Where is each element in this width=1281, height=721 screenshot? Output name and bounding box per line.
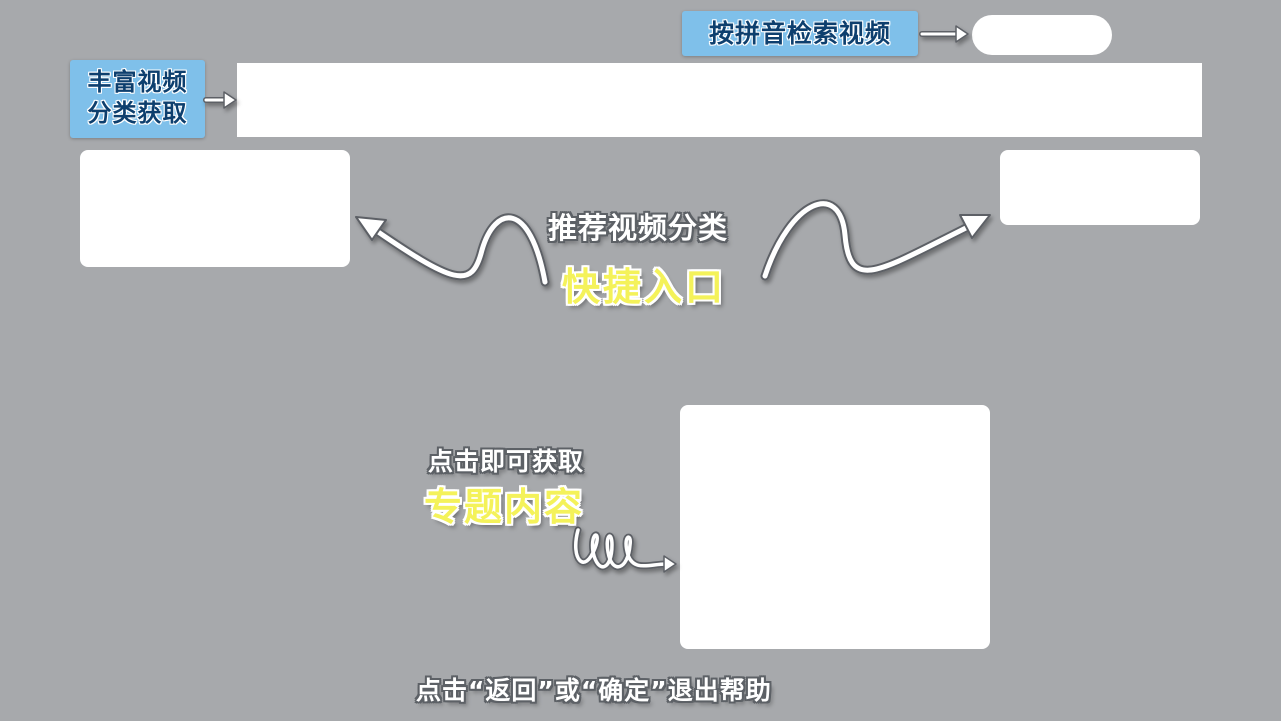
quick-entry-subtitle: 推荐视频分类: [548, 211, 729, 245]
pinyin-arrow-icon: [919, 25, 969, 43]
search-box-highlight[interactable]: [972, 15, 1112, 55]
quick-entry-left-arrow-icon: [355, 213, 550, 287]
quick-entry-right-arrow-icon: [760, 199, 991, 281]
category-callout-line1: 丰富视频: [87, 68, 188, 96]
category-bar-highlight[interactable]: [237, 63, 1202, 137]
quick-entry-right-highlight[interactable]: [1000, 150, 1200, 225]
category-callout: 丰富视频 分类获取: [70, 60, 205, 138]
category-callout-line2: 分类获取: [87, 99, 188, 127]
topic-content-highlight[interactable]: [680, 405, 990, 649]
quick-entry-left-highlight[interactable]: [80, 150, 350, 267]
help-overlay[interactable]: 按拼音检索视频 丰富视频 分类获取 推荐视频分类 快捷入口 点击即可获取 专题内…: [0, 0, 1281, 721]
topic-loop-arrow-icon: [572, 526, 677, 573]
pinyin-search-callout: 按拼音检索视频: [682, 11, 918, 56]
quick-entry-title: 快捷入口: [562, 265, 727, 309]
topic-subtitle: 点击即可获取: [428, 447, 585, 476]
exit-help-hint: 点击“返回”或“确定”退出帮助: [416, 676, 772, 705]
topic-title: 专题内容: [424, 485, 585, 529]
category-arrow-icon: [203, 91, 237, 109]
